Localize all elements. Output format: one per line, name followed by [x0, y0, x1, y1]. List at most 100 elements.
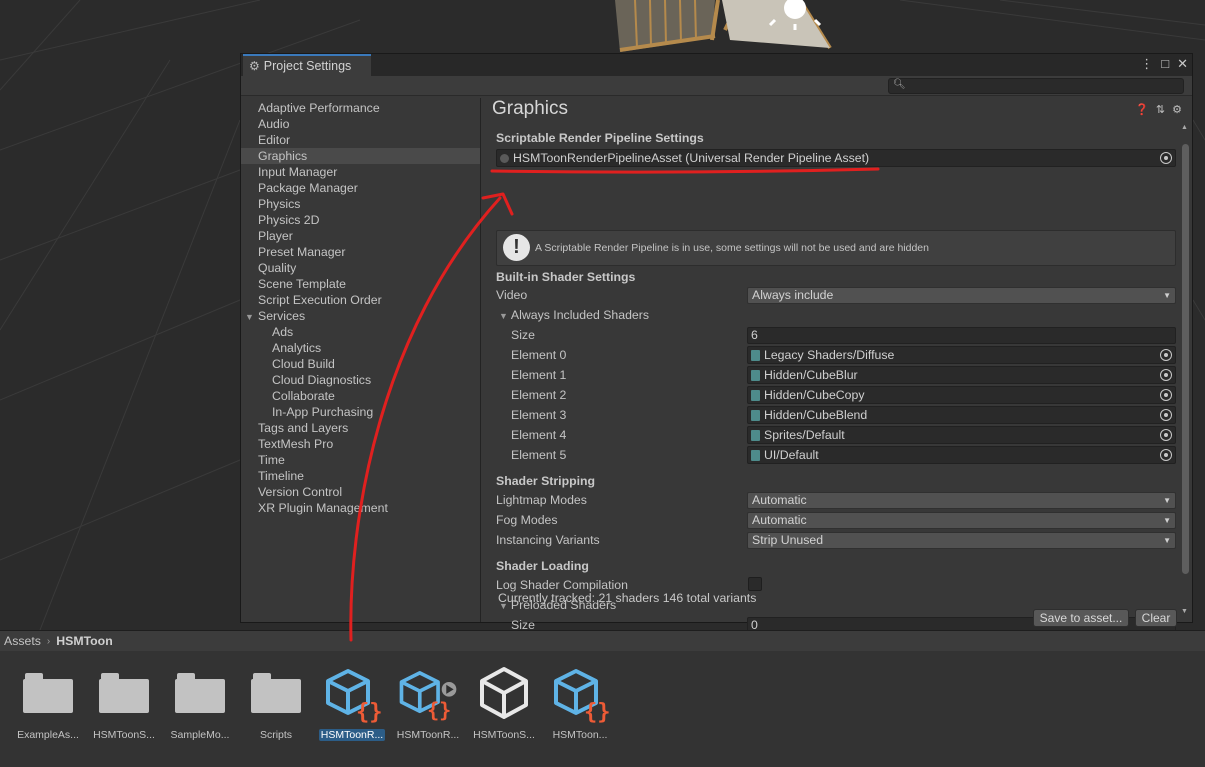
instancing-dropdown[interactable]: Strip Unused ▼ [747, 532, 1176, 549]
breadcrumb-assets[interactable]: Assets [4, 634, 41, 648]
object-picker-icon[interactable] [1160, 369, 1172, 381]
dropdown-arrow-icon: ▼ [1163, 291, 1171, 300]
sidebar-item-textmesh-pro[interactable]: TextMesh Pro [241, 436, 480, 452]
object-picker-icon[interactable] [1160, 152, 1172, 164]
scroll-up-icon[interactable]: ▲ [1181, 124, 1188, 131]
srp-asset-field[interactable]: HSMToonRenderPipelineAsset (Universal Re… [496, 149, 1176, 167]
size-field[interactable]: 6 [747, 327, 1176, 344]
svg-text:{}: {} [427, 698, 451, 722]
lightmap-dropdown[interactable]: Automatic ▼ [747, 492, 1176, 509]
sidebar-item-input-manager[interactable]: Input Manager [241, 164, 480, 180]
sidebar-item-adaptive-performance[interactable]: Adaptive Performance [241, 100, 480, 116]
tab-label: Project Settings [263, 59, 352, 73]
element-3-field[interactable]: Hidden/CubeBlend [747, 406, 1176, 424]
shader-asset-icon: {} [326, 669, 382, 723]
sidebar-item-package-manager[interactable]: Package Manager [241, 180, 480, 196]
always-included-foldout[interactable]: ▼ Always Included Shaders [499, 308, 649, 322]
sidebar-item-time[interactable]: Time [241, 452, 480, 468]
asset-item[interactable]: SampleMo... [162, 661, 238, 741]
srp-asset-value: HSMToonRenderPipelineAsset (Universal Re… [513, 151, 870, 165]
sidebar-item-graphics[interactable]: Graphics [241, 148, 480, 164]
sidebar-item-xr-plugin-management[interactable]: XR Plugin Management [241, 500, 480, 516]
scrollbar-thumb[interactable] [1182, 144, 1189, 574]
asset-item[interactable]: {} HSMToon... [542, 661, 618, 741]
save-to-asset-button[interactable]: Save to asset... [1033, 609, 1129, 627]
object-picker-icon[interactable] [1160, 429, 1172, 441]
close-icon[interactable]: ✕ [1177, 56, 1188, 72]
tab-project-settings[interactable]: ⚙ Project Settings [243, 54, 371, 76]
element-1-field[interactable]: Hidden/CubeBlur [747, 366, 1176, 384]
object-picker-icon[interactable] [1160, 449, 1172, 461]
asset-item[interactable]: ExampleAs... [10, 661, 86, 741]
shader-asset-icon: {} [554, 669, 610, 723]
video-label: Video [496, 288, 528, 302]
sidebar-item-scene-template[interactable]: Scene Template [241, 276, 480, 292]
dropdown-arrow-icon: ▼ [1163, 536, 1171, 545]
lightmap-label: Lightmap Modes [496, 493, 587, 507]
shader-icon [751, 369, 760, 381]
video-dropdown[interactable]: Always include ▼ [747, 287, 1176, 304]
element-0-field[interactable]: Legacy Shaders/Diffuse [747, 346, 1176, 364]
asset-name: HSMToon... [552, 729, 608, 741]
sidebar-item-version-control[interactable]: Version Control [241, 484, 480, 500]
asset-item[interactable]: {} HSMToonR... [314, 661, 390, 741]
object-picker-icon[interactable] [1160, 409, 1172, 421]
sidebar-item-quality[interactable]: Quality [241, 260, 480, 276]
asset-item[interactable]: HSMToonS... [466, 661, 542, 741]
folder-icon [251, 673, 301, 713]
window-controls: ⋮ □ ✕ [1140, 56, 1188, 72]
scrollbar[interactable]: ▲ ▼ [1181, 124, 1190, 615]
sidebar-item-ads[interactable]: Ads [241, 324, 480, 340]
graphics-settings-panel: Graphics ❓ ⇅ ⚙ Scriptable Render Pipelin… [482, 98, 1192, 634]
sidebar-item-player[interactable]: Player [241, 228, 480, 244]
asset-name: Scripts [259, 729, 293, 741]
sidebar-item-cloud-diagnostics[interactable]: Cloud Diagnostics [241, 372, 480, 388]
sidebar-item-script-execution-order[interactable]: Script Execution Order [241, 292, 480, 308]
search-input[interactable]: 🔍︎ [888, 78, 1184, 94]
element-5-field[interactable]: UI/Default [747, 446, 1176, 464]
settings-gear-icon[interactable]: ⚙ [1172, 103, 1182, 116]
sidebar-item-services[interactable]: ▼ Services [241, 308, 480, 324]
folder-icon [99, 673, 149, 713]
preset-icon[interactable]: ⇅ [1156, 103, 1165, 116]
scroll-down-icon[interactable]: ▼ [1181, 608, 1188, 615]
clear-button[interactable]: Clear [1135, 609, 1177, 627]
element-2-label: Element 2 [511, 388, 567, 402]
element-2-field[interactable]: Hidden/CubeCopy [747, 386, 1176, 404]
always-included-label: Always Included Shaders [510, 308, 649, 322]
sidebar-item-tags-and-layers[interactable]: Tags and Layers [241, 420, 480, 436]
element-1-value: Hidden/CubeBlur [764, 368, 858, 382]
sidebar-item-analytics[interactable]: Analytics [241, 340, 480, 356]
shader-icon [751, 349, 760, 361]
object-picker-icon[interactable] [1160, 389, 1172, 401]
title-icons: ❓ ⇅ ⚙ [1135, 103, 1182, 116]
fold-down-icon[interactable]: ▼ [245, 309, 255, 325]
asset-name: SampleMo... [170, 729, 230, 741]
fog-dropdown[interactable]: Automatic ▼ [747, 512, 1176, 529]
sidebar-item-editor[interactable]: Editor [241, 132, 480, 148]
fog-label: Fog Modes [496, 513, 558, 527]
sidebar-item-audio[interactable]: Audio [241, 116, 480, 132]
asset-name: HSMToonS... [473, 729, 535, 741]
asset-item[interactable]: {} HSMToonR... [390, 661, 466, 741]
srp-section-title: Scriptable Render Pipeline Settings [496, 131, 704, 145]
breadcrumb-hsmtoon[interactable]: HSMToon [56, 634, 112, 648]
asset-item[interactable]: Scripts [238, 661, 314, 741]
maximize-icon[interactable]: □ [1161, 56, 1169, 72]
sidebar-item-timeline[interactable]: Timeline [241, 468, 480, 484]
log-shader-checkbox[interactable] [748, 577, 762, 591]
sidebar-item-in-app-purchasing[interactable]: In-App Purchasing [241, 404, 480, 420]
services-label: Services [258, 309, 306, 323]
sidebar-item-cloud-build[interactable]: Cloud Build [241, 356, 480, 372]
object-picker-icon[interactable] [1160, 349, 1172, 361]
sidebar-item-physics-2d[interactable]: Physics 2D [241, 212, 480, 228]
element-4-field[interactable]: Sprites/Default [747, 426, 1176, 444]
sidebar-item-collaborate[interactable]: Collaborate [241, 388, 480, 404]
sidebar-item-preset-manager[interactable]: Preset Manager [241, 244, 480, 260]
asset-item[interactable]: HSMToonS... [86, 661, 162, 741]
asset-name: HSMToonS... [93, 729, 155, 741]
element-1-label: Element 1 [511, 368, 567, 382]
help-icon[interactable]: ❓ [1135, 103, 1149, 116]
sidebar-item-physics[interactable]: Physics [241, 196, 480, 212]
more-menu-icon[interactable]: ⋮ [1140, 56, 1153, 72]
